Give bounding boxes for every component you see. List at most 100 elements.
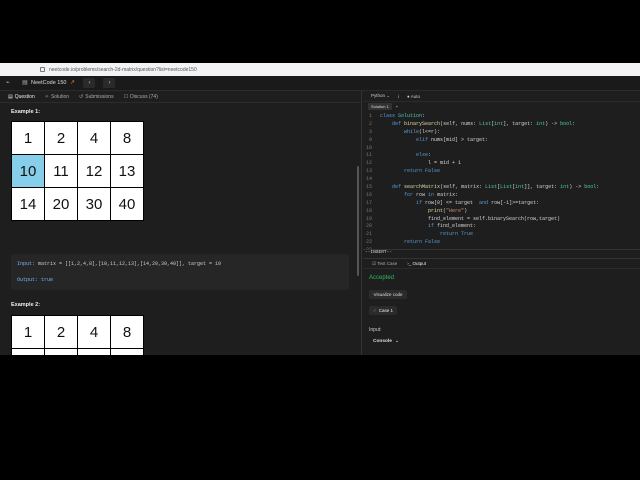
add-solution-button[interactable]: + (396, 104, 398, 109)
tab-question[interactable]: ▤ Question (8, 94, 35, 100)
matrix-cell: 4 (78, 316, 110, 348)
history-icon: ↺ (79, 93, 84, 100)
visualize-code-button[interactable]: Visualize code (369, 290, 407, 299)
rocket-logo-icon[interactable]: ⌁ (6, 80, 12, 86)
app-screen: neetcode.io/problems/search-2d-matrix/qu… (0, 63, 640, 355)
output-key: Output: (17, 277, 39, 283)
editor-toolbar: Python ⌄ i ● Auto (363, 91, 640, 102)
panel-scrollbar[interactable] (357, 166, 359, 276)
problem-navigation: ‹ › (83, 78, 116, 88)
code-line[interactable]: 12 l = mid + 1 (363, 160, 640, 168)
tab-solution-1[interactable]: Solution 1 (368, 103, 392, 110)
console-toggle-button[interactable]: Console ⌄ (373, 339, 399, 344)
code-line[interactable]: 3 while(l<=r): (363, 129, 640, 137)
code-line[interactable]: 11 else: (363, 152, 640, 160)
tab-question-label: Question (14, 93, 35, 100)
matrix-cell: 11 (45, 349, 77, 355)
line-number: 13 (365, 168, 372, 175)
matrix-cell: 12 (78, 349, 110, 355)
tab-test-case-label: Test Case (377, 260, 398, 266)
language-select[interactable]: Python ⌄ (371, 93, 390, 99)
line-number: 3 (368, 128, 372, 135)
code-text: l = mid + 1 (380, 160, 462, 167)
code-line[interactable]: 2 def binarySearch(self, nums: List[int]… (363, 121, 640, 129)
language-label: Python (371, 93, 386, 98)
terminal-icon: ›_ (407, 261, 412, 266)
code-line[interactable]: 15 def searchMatrix(self, matrix: List[L… (363, 184, 640, 192)
input-value: matrix = [[1,2,4,8],[10,11,12,13],[14,20… (35, 261, 222, 267)
code-text: return False (404, 168, 441, 175)
code-text: while(l<=r): (404, 128, 441, 135)
tab-discuss[interactable]: ☐ Discuss (74) (124, 94, 158, 100)
line-number: 16 (365, 191, 372, 198)
code-text: def binarySearch(self, nums: List[int], … (392, 120, 576, 127)
console-label: Console (373, 339, 392, 344)
line-number: 19 (365, 215, 372, 222)
code-text: elif nums[mid] > target: (416, 136, 489, 143)
prev-problem-button[interactable]: ‹ (83, 78, 96, 88)
app-header: ⌁ ▤ NeetCode 150 ↗ ‹ › (0, 76, 640, 91)
code-line[interactable]: 16 for row in matrix: (363, 192, 640, 200)
code-line[interactable]: 1 class Solution: (363, 113, 640, 121)
code-line[interactable]: 9 elif nums[mid] > target: (363, 137, 640, 145)
code-line[interactable]: 13 return False (363, 168, 640, 176)
code-text: return False (404, 239, 441, 246)
vim-mode-indicator: --INSERT-- (363, 249, 640, 257)
chevron-down-icon: ⌄ (394, 339, 399, 344)
code-line[interactable]: 10 (363, 145, 640, 153)
matrix-cell: 4 (78, 122, 110, 154)
code-text: find_element = self.binarySearch(row,tar… (380, 215, 561, 222)
code-line[interactable]: 22 return False (363, 239, 640, 247)
line-number: 18 (365, 207, 372, 214)
lock-icon (40, 67, 45, 72)
tab-output-label: Output (412, 261, 427, 266)
example-1-io: Input: matrix = [[1,2,4,8],[10,11,12,13]… (11, 254, 349, 290)
code-text: def searchMatrix(self, matrix: List[List… (392, 184, 600, 191)
problem-tabs: ▤ Question ✧ Solution ↺ Submissions ☐ Di… (0, 91, 361, 103)
code-line[interactable]: 19 find_element = self.binarySearch(row,… (363, 216, 640, 224)
example-2-matrix: 124810111213 (11, 315, 144, 355)
line-number: 1 (368, 113, 372, 119)
tab-solution[interactable]: ✧ Solution (45, 94, 69, 100)
result-status: Accepted (369, 275, 395, 281)
auto-mode-toggle[interactable]: ● Auto (407, 94, 420, 99)
matrix-cell: 10 (12, 349, 44, 355)
matrix-cell: 40 (111, 188, 143, 220)
case-1-button[interactable]: ✓ Case 1 (369, 306, 397, 315)
next-problem-button[interactable]: › (103, 78, 116, 88)
list-title-text: NeetCode 150 (31, 80, 67, 86)
problem-description: Example 1: 1 2 4 8 10 11 12 13 14 20 30 40 Input: m… (0, 104, 360, 355)
console-tabs: ☑ Test Case ›_ Output (363, 259, 640, 269)
console-panel: ☑ Test Case ›_ Output Accepted Visualize… (363, 258, 640, 355)
code-line[interactable]: 17 if row[0] <= target and row[-1]>=targ… (363, 200, 640, 208)
line-number: 10 (365, 144, 372, 151)
code-editor[interactable]: 1 class Solution: 2 def binarySearch(self,… (363, 113, 640, 255)
code-text: if find_element: (428, 223, 477, 230)
code-line[interactable]: 20 if find_element: (363, 223, 640, 231)
line-number: 21 (365, 231, 372, 238)
url-text[interactable]: neetcode.io/problems/search-2d-matrix/qu… (49, 67, 197, 73)
case-1-label: Case 1 (378, 308, 394, 313)
editor-panel: Python ⌄ i ● Auto Solution 1 + 1 class So… (363, 91, 640, 355)
example-1-output: Output: true (17, 277, 343, 283)
check-icon: ✓ (372, 307, 377, 313)
problem-panel: ▤ Question ✧ Solution ↺ Submissions ☐ Di… (0, 91, 362, 355)
matrix-cell: 8 (111, 316, 143, 348)
code-line[interactable]: 18 print("Here") (363, 208, 640, 216)
list-icon: ▤ (22, 80, 28, 86)
code-text: class Solution: (380, 113, 426, 119)
code-line[interactable]: 21 return True (363, 231, 640, 239)
browser-url-bar[interactable]: neetcode.io/problems/search-2d-matrix/qu… (0, 63, 640, 76)
code-line[interactable]: 14 (363, 176, 640, 184)
tab-submissions[interactable]: ↺ Submissions (79, 94, 114, 100)
tab-output[interactable]: ›_ Output (407, 261, 426, 266)
example-1-matrix: 1 2 4 8 10 11 12 13 14 20 30 40 (11, 121, 144, 221)
info-icon[interactable]: i (398, 94, 399, 99)
tab-test-case[interactable]: ☑ Test Case (372, 261, 397, 267)
matrix-cell: 10 (12, 155, 44, 187)
checkbox-icon: ☑ (372, 260, 377, 266)
list-title[interactable]: ▤ NeetCode 150 ↗ (22, 80, 75, 86)
example-1-label: Example 1: (11, 109, 41, 115)
external-link-icon[interactable]: ↗ (69, 80, 75, 86)
